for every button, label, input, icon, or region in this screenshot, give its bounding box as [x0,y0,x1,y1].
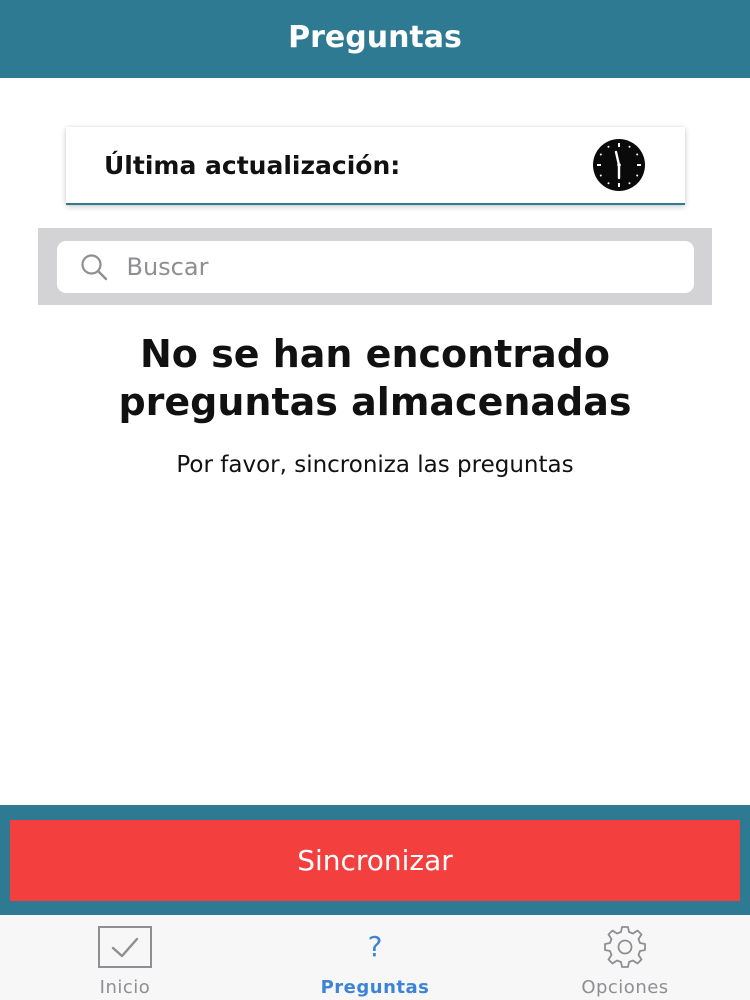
search-bar [38,228,712,305]
last-update-label: Última actualización: [104,150,401,180]
question-icon: ? [367,930,383,963]
tab-preguntas[interactable]: ? Preguntas [250,915,500,1000]
search-icon [80,253,107,280]
search-field[interactable] [56,240,694,293]
tab-inicio[interactable]: Inicio [0,915,250,1000]
tab-bar: Inicio ? Preguntas Opciones [0,915,750,1000]
empty-state-title: No se han encontrado preguntas almacenad… [118,332,632,424]
tab-opciones[interactable]: Opciones [500,915,750,1000]
tab-label-opciones: Opciones [581,977,669,998]
checkbox-icon [98,926,152,968]
search-input[interactable] [126,252,667,281]
clock-icon [593,139,645,191]
empty-state-subtitle: Por favor, sincroniza las preguntas [176,452,574,478]
sync-button[interactable]: Sincronizar [10,820,740,901]
tab-label-inicio: Inicio [99,977,151,998]
last-update-card: Última actualización: [66,127,685,205]
tab-label-preguntas: Preguntas [320,977,430,998]
sync-area: Sincronizar [0,805,750,915]
gear-icon [604,926,646,968]
page-title: Preguntas [288,19,462,55]
app-header: Preguntas [0,0,750,78]
